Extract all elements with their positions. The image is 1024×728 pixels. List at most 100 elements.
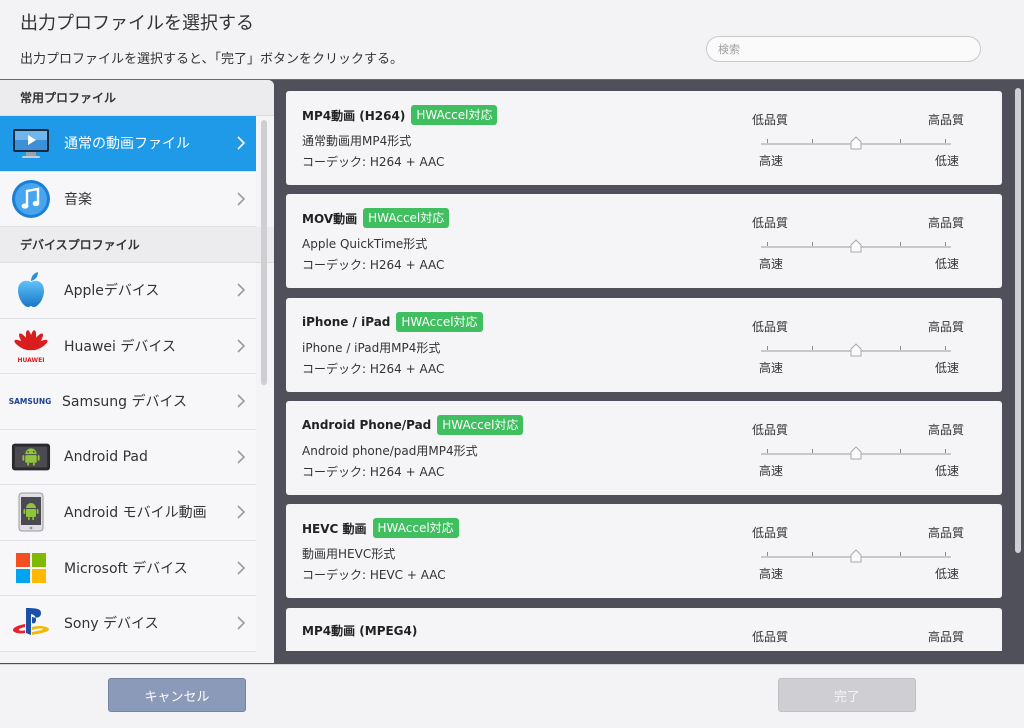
slider-tick	[945, 139, 947, 143]
low-quality-label: 低品質	[752, 319, 789, 334]
slider-thumb[interactable]	[849, 239, 863, 253]
sidebar-item-sony[interactable]: Sony デバイス	[0, 596, 256, 652]
chevron-right-icon	[237, 394, 246, 408]
slow-label: 低速	[935, 567, 960, 582]
high-quality-label: 高品質	[928, 526, 965, 541]
slider-thumb[interactable]	[849, 342, 863, 357]
hwaccel-badge: HWAccel対応	[372, 518, 459, 539]
sidebar: 常用プロファイル 通常の動画ファイル 音楽 デバイスプロファイル Appleデバ…	[0, 80, 274, 663]
fast-label: 高速	[759, 360, 784, 375]
sidebar-item-android-mobile[interactable]: Android モバイル動画	[0, 485, 256, 541]
slider-tick	[766, 242, 768, 247]
profile-card[interactable]: iPhone / iPad HWAccel対応 iPhone / iPad用MP4形…	[286, 297, 1002, 392]
section-header-device: デバイスプロファイル	[0, 227, 274, 263]
android-tablet-icon	[11, 437, 51, 477]
quality-slider[interactable]	[761, 136, 951, 151]
quality-slider[interactable]	[761, 446, 951, 461]
slider-thumb[interactable]	[849, 446, 863, 460]
slow-label: 低速	[935, 360, 960, 375]
samsung-logo-text: SAMSUNG	[9, 397, 52, 406]
profile-description: 通常動画用MP4形式	[302, 134, 412, 148]
sidebar-item-label: Android モバイル動画	[64, 505, 207, 522]
slider-thumb[interactable]	[849, 136, 863, 150]
high-quality-label: 高品質	[928, 113, 965, 127]
dialog-subtitle: 出力プロファイルを選択すると、「完了」ボタンをクリックする。	[20, 52, 403, 67]
done-button[interactable]: 完了	[778, 678, 916, 712]
sidebar-scrollbar[interactable]	[261, 120, 267, 385]
sidebar-item-samsung[interactable]: SAMSUNG Samsung デバイス	[0, 374, 256, 430]
chevron-right-icon	[237, 616, 246, 630]
sidebar-item-label: Sony デバイス	[64, 616, 159, 633]
profile-name-text: MP4動画 (MPEG4)	[302, 623, 418, 638]
chevron-right-icon	[237, 192, 246, 206]
hwaccel-badge: HWAccel対応	[396, 311, 483, 332]
slider-tick	[899, 139, 901, 143]
profile-name-text: iPhone / iPad	[302, 314, 391, 329]
low-quality-label: 低品質	[752, 216, 789, 231]
profile-card[interactable]: HEVC 動画 HWAccel対応 動画用HEVC形式 コーデック: HEVC + A…	[286, 504, 1002, 599]
slider-tick	[812, 139, 814, 143]
sidebar-item-label: 音楽	[64, 191, 92, 208]
hwaccel-badge: HWAccel対応	[363, 208, 450, 229]
chevron-right-icon	[237, 136, 246, 150]
chevron-right-icon	[237, 339, 246, 353]
slider-tick	[945, 448, 947, 453]
profile-card[interactable]: MP4動画 (MPEG4)PCの通常動画用MP4形式低品質高品質高速低速	[286, 607, 1002, 652]
samsung-logo-icon: SAMSUNG	[8, 381, 52, 421]
apple-logo-icon	[11, 270, 51, 310]
profile-card[interactable]: Android Phone/Pad HWAccel対応 Android phone/…	[286, 400, 1002, 495]
profile-name-text: Android Phone/Pad	[302, 417, 432, 432]
slider-tick	[812, 242, 814, 247]
slider-tick	[766, 552, 768, 557]
sidebar-item-apple[interactable]: Appleデバイス	[0, 263, 256, 319]
huawei-logo-icon: HUAWEI	[11, 326, 51, 366]
sidebar-item-huawei[interactable]: HUAWEI Huawei デバイス	[0, 318, 256, 374]
sidebar-item-android-pad[interactable]: Android Pad	[0, 429, 256, 485]
chevron-right-icon	[237, 561, 246, 575]
profile-list-scrollbar[interactable]	[1015, 88, 1021, 553]
quality-slider[interactable]	[761, 239, 951, 254]
profile-card[interactable]: MOV動画 HWAccel対応 Apple QuickTime形式 コーデック: H2…	[286, 194, 1002, 289]
cancel-button[interactable]: キャンセル	[108, 678, 246, 712]
slow-label: 低速	[935, 257, 960, 272]
profile-name: HEVC 動画 HWAccel対応	[302, 518, 459, 539]
sidebar-item-label: Android Pad	[64, 448, 148, 465]
profile-description: PCの通常動画用MP4形式	[302, 649, 439, 652]
slider-tick	[945, 552, 947, 557]
profile-list: MP4動画 (H264) HWAccel対応 通常動画用MP4形式 コーデック: H2…	[286, 91, 1002, 651]
sidebar-item-label: Microsoft デバイス	[64, 560, 188, 577]
slider-tick	[899, 552, 901, 557]
low-quality-label: 低品質	[752, 629, 789, 644]
slider-tick	[766, 448, 768, 453]
slider-tick	[812, 448, 814, 453]
music-note-icon	[11, 179, 51, 219]
profile-name: MP4動画 (H264) HWAccel対応	[302, 105, 498, 125]
fast-label: 高速	[759, 154, 784, 168]
profile-codec: コーデック: HEVC + AAC	[302, 568, 446, 583]
low-quality-label: 低品質	[752, 422, 789, 437]
profile-card[interactable]: MP4動画 (H264) HWAccel対応 通常動画用MP4形式 コーデック: H2…	[286, 91, 1002, 185]
section-header-common: 常用プロファイル	[0, 80, 274, 116]
profile-name: iPhone / iPad HWAccel対応	[302, 311, 483, 332]
low-quality-label: 低品質	[752, 113, 789, 127]
profile-name: Android Phone/Pad HWAccel対応	[302, 414, 524, 435]
profile-name-text: MP4動画 (H264)	[302, 108, 406, 123]
chevron-right-icon	[237, 283, 246, 297]
high-quality-label: 高品質	[928, 422, 965, 437]
microsoft-logo-icon	[11, 548, 51, 588]
sidebar-item-music[interactable]: 音楽	[0, 171, 256, 227]
slider-tick	[812, 345, 814, 350]
slider-thumb[interactable]	[849, 549, 863, 563]
search-input[interactable]	[706, 36, 981, 62]
huawei-logo-text: HUAWEI	[17, 357, 44, 364]
quality-slider[interactable]	[761, 342, 951, 358]
sidebar-item-microsoft[interactable]: Microsoft デバイス	[0, 540, 256, 596]
slow-label: 低速	[935, 154, 960, 168]
profile-codec: コーデック: H264 + AAC	[302, 361, 445, 376]
sidebar-item-label: 通常の動画ファイル	[64, 136, 190, 153]
slider-tick	[812, 552, 814, 557]
slider-tick	[945, 345, 947, 350]
slider-tick	[766, 139, 768, 143]
quality-slider[interactable]	[761, 549, 951, 564]
sidebar-item-normal-video[interactable]: 通常の動画ファイル	[0, 116, 256, 172]
